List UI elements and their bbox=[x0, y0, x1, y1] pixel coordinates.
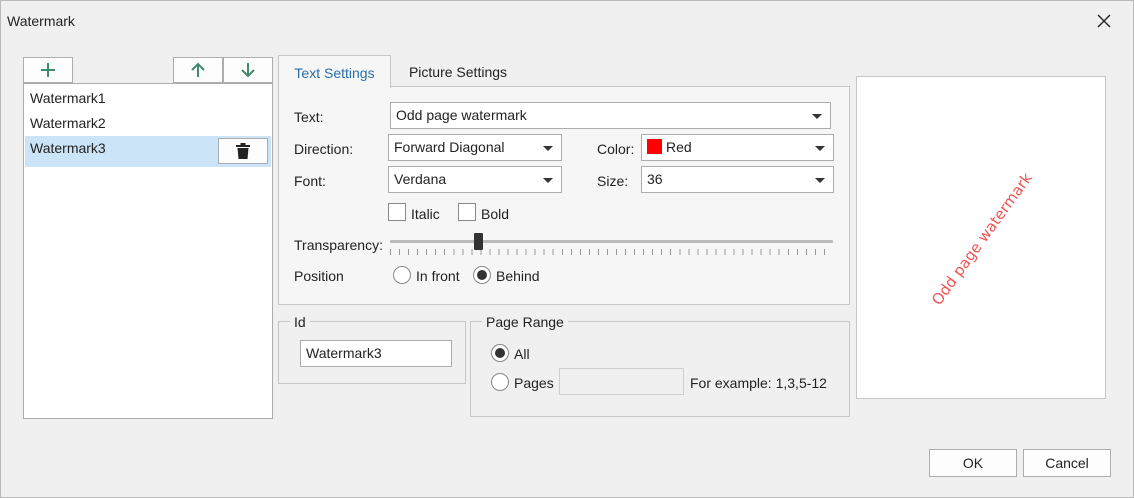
close-icon bbox=[1097, 14, 1111, 28]
bold-checkbox[interactable] bbox=[458, 203, 476, 221]
color-label: Color: bbox=[597, 141, 635, 157]
color-combo[interactable]: Red bbox=[641, 134, 834, 161]
bold-label: Bold bbox=[481, 206, 510, 222]
chevron-down-icon bbox=[543, 146, 553, 151]
size-combo[interactable]: 36 bbox=[641, 166, 834, 193]
list-item-selected[interactable]: Watermark3 bbox=[25, 136, 271, 167]
ok-button[interactable]: OK bbox=[929, 449, 1017, 477]
pages-example-text: For example: 1,3,5-12 bbox=[690, 375, 827, 391]
size-combo-value: 36 bbox=[647, 171, 663, 187]
chevron-down-icon bbox=[815, 178, 825, 183]
italic-label: Italic bbox=[411, 206, 440, 222]
transparency-label: Transparency: bbox=[294, 237, 383, 253]
transparency-slider-ticks bbox=[390, 249, 833, 255]
all-pages-radio[interactable] bbox=[491, 344, 509, 362]
preview-watermark-text: Odd page watermark bbox=[927, 169, 1037, 309]
chevron-down-icon bbox=[815, 146, 825, 151]
chevron-down-icon bbox=[812, 114, 822, 119]
in-front-radio[interactable] bbox=[393, 266, 411, 284]
tab-picture-settings[interactable]: Picture Settings bbox=[393, 55, 523, 87]
color-swatch bbox=[647, 139, 662, 154]
move-down-button[interactable] bbox=[223, 57, 273, 83]
behind-radio[interactable] bbox=[473, 266, 491, 284]
list-item-label: Watermark1 bbox=[30, 90, 106, 106]
chevron-down-icon bbox=[543, 178, 553, 183]
text-combo-value: Odd page watermark bbox=[396, 107, 527, 123]
pages-radio[interactable] bbox=[491, 373, 509, 391]
list-item[interactable]: Watermark2 bbox=[25, 111, 271, 136]
font-combo-value: Verdana bbox=[394, 171, 447, 187]
text-label: Text: bbox=[294, 109, 324, 125]
behind-label: Behind bbox=[496, 268, 540, 284]
arrow-down-icon bbox=[241, 63, 255, 78]
text-combo[interactable]: Odd page watermark bbox=[390, 102, 831, 129]
title-bar: Watermark bbox=[1, 1, 1133, 41]
pages-input[interactable] bbox=[559, 368, 684, 395]
plus-icon bbox=[41, 63, 55, 77]
font-combo[interactable]: Verdana bbox=[388, 166, 562, 193]
watermark-preview: Odd page watermark bbox=[856, 76, 1106, 399]
page-range-legend: Page Range bbox=[482, 314, 568, 330]
font-label: Font: bbox=[294, 173, 326, 189]
watermark-dialog: Watermark Watermark1 Watermark2 Watermar… bbox=[0, 0, 1134, 498]
tab-text-settings[interactable]: Text Settings bbox=[278, 55, 391, 88]
list-item-label: Watermark3 bbox=[30, 140, 106, 156]
color-combo-value: Red bbox=[666, 139, 692, 155]
size-label: Size: bbox=[597, 173, 629, 189]
delete-watermark-button[interactable] bbox=[218, 138, 268, 164]
id-legend: Id bbox=[290, 314, 310, 330]
in-front-label: In front bbox=[416, 268, 460, 284]
list-item-label: Watermark2 bbox=[30, 115, 106, 131]
id-input[interactable]: Watermark3 bbox=[300, 340, 452, 367]
direction-combo-value: Forward Diagonal bbox=[394, 139, 505, 155]
direction-label: Direction: bbox=[294, 141, 354, 157]
all-pages-label: All bbox=[514, 346, 530, 362]
move-up-button[interactable] bbox=[173, 57, 223, 83]
arrow-up-icon bbox=[191, 62, 205, 77]
direction-combo[interactable]: Forward Diagonal bbox=[388, 134, 562, 161]
watermark-list[interactable]: Watermark1 Watermark2 Watermark3 bbox=[23, 83, 273, 419]
pages-label: Pages bbox=[514, 375, 554, 391]
window-title: Watermark bbox=[7, 13, 75, 29]
list-item[interactable]: Watermark1 bbox=[25, 86, 271, 111]
cancel-button[interactable]: Cancel bbox=[1023, 449, 1111, 477]
position-label: Position bbox=[294, 268, 344, 284]
add-watermark-button[interactable] bbox=[23, 57, 73, 83]
italic-checkbox[interactable] bbox=[388, 203, 406, 221]
close-button[interactable] bbox=[1089, 7, 1119, 35]
trash-icon bbox=[236, 143, 250, 159]
id-input-value: Watermark3 bbox=[306, 345, 382, 361]
transparency-slider-thumb[interactable] bbox=[474, 233, 484, 250]
transparency-slider-track[interactable] bbox=[390, 240, 833, 243]
